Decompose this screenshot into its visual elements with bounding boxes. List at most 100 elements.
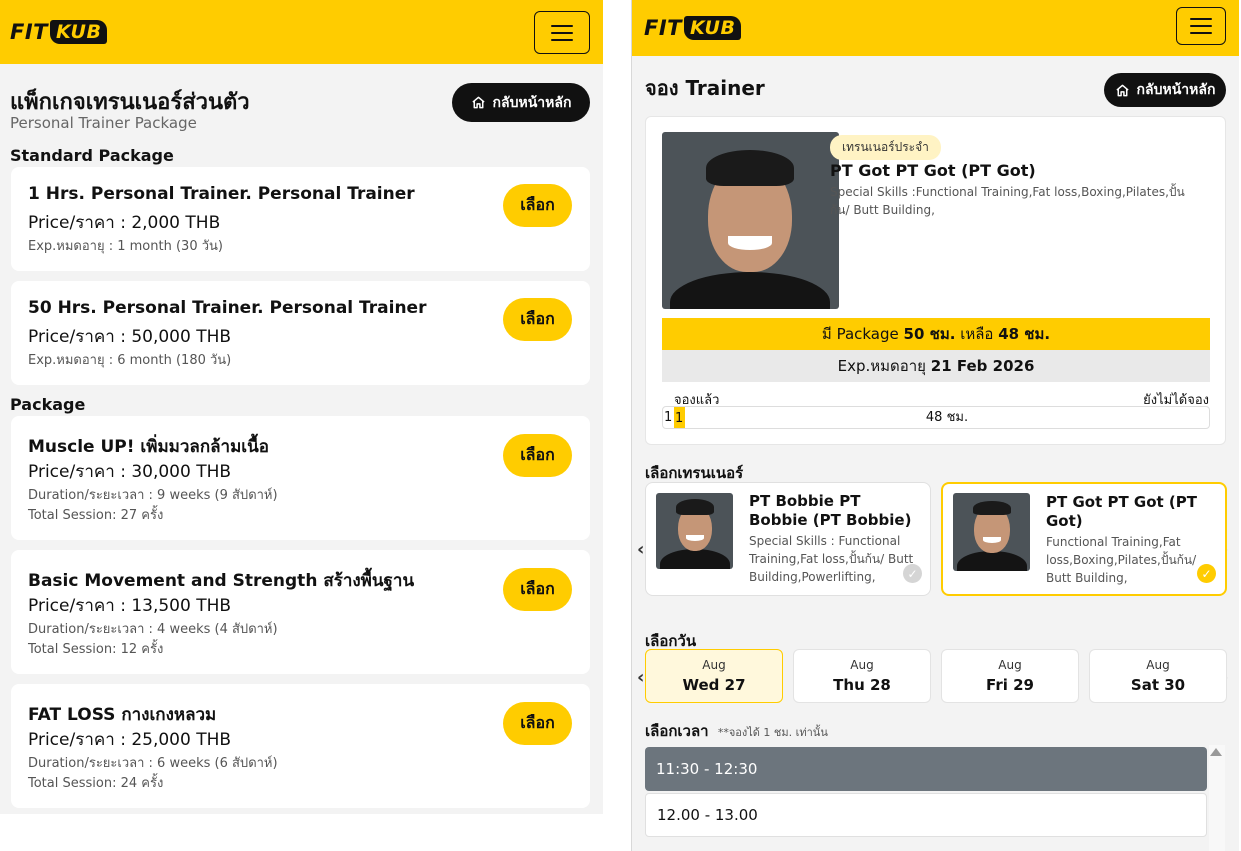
check-circle-icon: ✓ [903,564,922,583]
photo-hair [973,501,1011,515]
trainer-option-name: PT Got PT Got (PT Got) [1046,493,1197,530]
expiry-bar: Exp.หมดอายุ 21 Feb 2026 [662,350,1210,382]
day-label: Wed 27 [682,676,746,694]
hamburger-menu-button[interactable] [1176,7,1226,45]
booked-fill-text: 1 [675,411,684,426]
package-name: 50 Hrs. Personal Trainer. Personal Train… [28,298,427,318]
resident-trainer-badge: เทรนเนอร์ประจำ [830,135,941,160]
package-hours-left: 48 ชม. [998,325,1051,343]
photo-hair [676,499,714,515]
logo-fit-text: FIT [644,16,682,40]
trainer-thumbnail [656,493,733,569]
time-slot[interactable]: 12.00 - 13.00 [645,793,1207,837]
hamburger-menu-icon [1190,18,1212,20]
choose-time-heading: เลือกเวลา **จองได้ 1 ชม. เท่านั้น [645,719,828,743]
time-list-scrollbar[interactable] [1209,745,1225,851]
hamburger-line [551,38,573,41]
check-circle-icon: ✓ [1197,564,1216,583]
chevron-left-icon[interactable]: ‹ [637,539,644,560]
home-icon [471,96,485,109]
package-list-screen: FIT KUB แพ็กเกจเทรนเนอร์ส่วนตัว Personal… [0,0,603,814]
fitkub-logo[interactable]: FIT KUB [10,20,108,44]
package-price: Price/ราคา : 30,000 THB [28,462,232,482]
hamburger-line [1190,25,1212,27]
logo-kub-text: KUB [683,16,742,40]
time-note: **จองได้ 1 ชม. เท่านั้น [717,726,828,739]
photo-shirt [957,551,1027,571]
package-card: 50 Hrs. Personal Trainer. Personal Train… [11,281,590,385]
booking-progress-bar: 1 1 48 ชม. [662,406,1210,429]
section-package: Package [10,395,86,414]
hamburger-line [1190,32,1212,34]
booked-count: 1 [664,410,673,425]
select-package-button[interactable]: เลือก [503,702,572,745]
day-option[interactable]: Aug Thu 28 [793,649,931,703]
chevron-left-icon[interactable]: ‹ [637,667,644,688]
trainer-photo [662,132,839,309]
select-package-button[interactable]: เลือก [503,434,572,477]
day-label: Fri 29 [986,676,1034,694]
booked-fill: 1 [674,407,685,428]
day-option-selected[interactable]: Aug Wed 27 [645,649,783,703]
day-month: Aug [1146,658,1170,672]
package-expiry: Exp.หมดอายุ : 1 month (30 วัน) [28,239,223,254]
trainer-option-skills: Functional Training,Fat loss,Boxing,Pila… [1046,535,1197,585]
package-name: 1 Hrs. Personal Trainer. Personal Traine… [28,184,415,204]
logo-kub-text: KUB [49,20,108,44]
select-package-button[interactable]: เลือก [503,568,572,611]
booking-screen: FIT KUB จอง Trainer กลับหน้าหลัก เทรนเนอ… [631,0,1239,851]
package-card: 1 Hrs. Personal Trainer. Personal Traine… [11,167,590,271]
choose-time-label: เลือกเวลา [645,722,709,740]
hamburger-menu-icon [551,24,573,27]
home-button[interactable]: กลับหน้าหลัก [452,83,590,122]
package-duration: Duration/ระยะเวลา : 9 weeks (9 สัปดาห์) [28,488,278,503]
package-name: Basic Movement and Strength สร้างพื้นฐาน [28,571,415,591]
day-option[interactable]: Aug Sat 30 [1089,649,1227,703]
package-price: Price/ราคา : 2,000 THB [28,213,221,233]
hamburger-menu-button[interactable] [534,11,590,54]
hamburger-line [551,31,573,34]
page-title: จอง Trainer [645,76,765,100]
package-price: Price/ราคา : 13,500 THB [28,596,232,616]
trainer-option-card-selected[interactable]: PT Got PT Got (PT Got) Functional Traini… [941,482,1227,596]
select-package-button[interactable]: เลือก [503,184,572,227]
time-slot-selected[interactable]: 11:30 - 12:30 [645,747,1207,791]
package-mid-text: เหลือ [960,325,994,343]
day-option[interactable]: Aug Fri 29 [941,649,1079,703]
photo-smile [728,236,772,250]
package-card: Basic Movement and Strength สร้างพื้นฐาน… [11,550,590,674]
top-bar: FIT KUB [632,0,1239,56]
fitkub-logo[interactable]: FIT KUB [644,16,742,40]
package-hours-bar: มี Package 50 ชม. เหลือ 48 ชม. [662,318,1210,350]
photo-smile [686,535,704,541]
package-duration: Duration/ระยะเวลา : 4 weeks (4 สัปดาห์) [28,622,278,637]
expiry-date: 21 Feb 2026 [930,357,1035,375]
logo-fit-text: FIT [10,20,48,44]
select-package-button[interactable]: เลือก [503,298,572,341]
package-duration: Duration/ระยะเวลา : 6 weeks (6 สัปดาห์) [28,756,278,771]
package-expiry: Exp.หมดอายุ : 6 month (180 วัน) [28,353,232,368]
page-subtitle: Personal Trainer Package [10,114,197,132]
package-total-hours: 50 ชม. [903,325,956,343]
photo-smile [983,537,1001,543]
scroll-up-icon[interactable] [1210,748,1222,756]
package-card: FAT LOSS กางเกงหลวม Price/ราคา : 25,000 … [11,684,590,808]
home-button-label: กลับหน้าหลัก [1136,82,1216,98]
day-month: Aug [702,658,726,672]
time-slot-list[interactable]: 11:30 - 12:30 12.00 - 13.00 [645,745,1207,851]
package-name: FAT LOSS กางเกงหลวม [28,705,217,725]
trainer-option-name: PT Bobbie PT Bobbie (PT Bobbie) [749,492,912,529]
package-sessions: Total Session: 12 ครั้ง [28,642,164,657]
trainer-option-card[interactable]: PT Bobbie PT Bobbie (PT Bobbie) Special … [645,482,931,596]
day-month: Aug [850,658,874,672]
photo-hair [706,150,794,186]
section-standard-package: Standard Package [10,146,174,165]
home-icon [1115,84,1129,96]
top-bar: FIT KUB [0,0,603,64]
home-button[interactable]: กลับหน้าหลัก [1104,73,1226,107]
photo-shirt [660,549,730,569]
trainer-thumbnail [953,493,1030,571]
expiry-prefix: Exp.หมดอายุ [837,357,926,375]
package-price: Price/ราคา : 25,000 THB [28,730,232,750]
day-label: Thu 28 [833,676,891,694]
